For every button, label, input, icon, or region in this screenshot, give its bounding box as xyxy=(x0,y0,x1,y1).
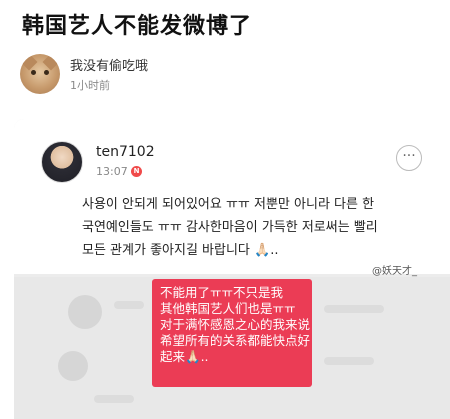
avatar[interactable] xyxy=(20,54,60,94)
post-time: 1小时前 xyxy=(70,79,110,92)
watermark: @妖天才_ xyxy=(372,266,417,277)
translation-line: 起来🙏🏻.. xyxy=(160,349,209,364)
embedded-time: 13:07 xyxy=(96,165,128,178)
embedded-username: ten7102 xyxy=(96,144,155,160)
translation-line: 不能用了ㅠㅠ不只是我 xyxy=(160,285,284,300)
translation-line: 其他韩国艺人们也是ㅠㅠ xyxy=(160,301,296,316)
author-name[interactable]: 我没有偷吃哦 xyxy=(70,55,148,74)
translation-line: 对于满怀感恩之心的我来说 xyxy=(160,317,311,332)
translation-box: 不能用了ㅠㅠ不只是我 其他韩国艺人们也是ㅠㅠ 对于满怀感恩之心的我来说 希望所有… xyxy=(152,279,312,387)
translation-line: 希望所有的关系都能快点好 xyxy=(160,333,311,348)
embedded-post: ten7102 13:07 N ··· 사용이 안되게 되어있어요 ㅠㅠ 저뿐만… xyxy=(14,119,450,277)
screenshot-image[interactable]: ten7102 13:07 N ··· 사용이 안되게 되어있어요 ㅠㅠ 저뿐만… xyxy=(14,119,450,419)
embedded-avatar xyxy=(41,141,83,183)
embedded-text: 사용이 안되게 되어있어요 ㅠㅠ 저뿐만 아니라 다른 한국연예인들도 ㅠㅠ 감… xyxy=(82,197,378,258)
post-title: 韩国艺人不能发微博了 xyxy=(22,14,253,39)
author-row[interactable]: 我没有偷吃哦 1小时前 xyxy=(20,54,148,94)
more-options-icon: ··· xyxy=(396,145,422,171)
new-badge: N xyxy=(131,166,142,177)
